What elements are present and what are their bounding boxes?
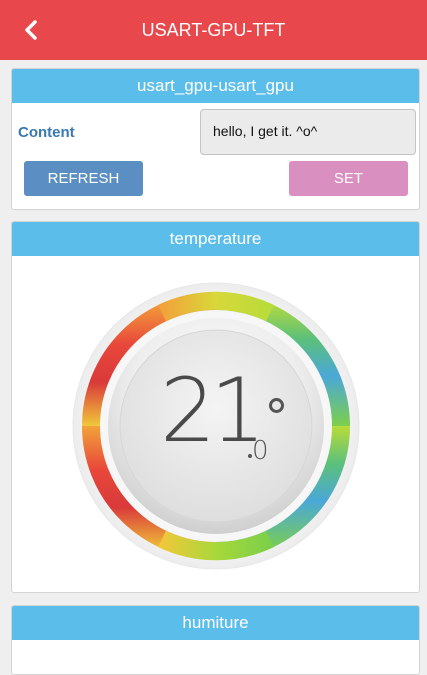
temperature-card-title: temperature bbox=[12, 222, 419, 256]
temperature-value: 21 bbox=[160, 359, 266, 462]
device-card: usart_gpu-usart_gpu Content hello, I get… bbox=[11, 68, 420, 210]
humiture-card: humiture bbox=[11, 605, 420, 675]
device-card-title: usart_gpu-usart_gpu bbox=[12, 69, 419, 103]
refresh-button[interactable]: REFRESH bbox=[24, 161, 143, 196]
temperature-decimal: 0 bbox=[252, 436, 269, 466]
humiture-card-title: humiture bbox=[12, 606, 419, 640]
app-header: USART-GPU-TFT bbox=[0, 0, 427, 60]
app-title: USART-GPU-TFT bbox=[141, 20, 286, 40]
temperature-gauge: 21 0 bbox=[12, 256, 419, 592]
content-input[interactable]: hello, I get it. ^o^ bbox=[200, 109, 416, 155]
content-label: Content bbox=[18, 124, 75, 141]
set-button[interactable]: SET bbox=[289, 161, 408, 196]
degree-symbol bbox=[269, 398, 284, 413]
temperature-card: temperature 21 0 bbox=[11, 221, 420, 593]
